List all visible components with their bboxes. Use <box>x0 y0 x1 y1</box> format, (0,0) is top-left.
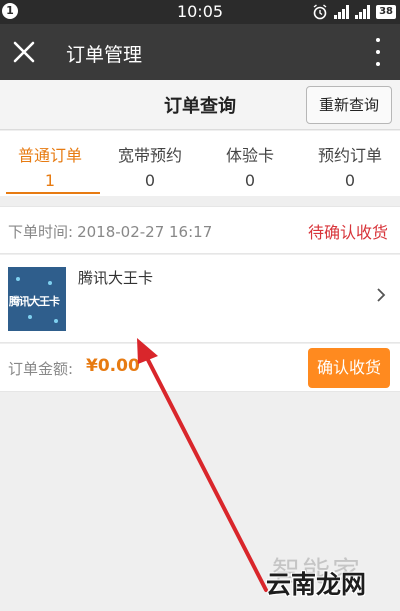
order-time-value: 2018-02-27 16:17 <box>77 223 213 241</box>
tab-broadband-reservation[interactable]: 宽带预约 0 <box>100 131 200 196</box>
order-tabs: 普通订单 1 宽带预约 0 体验卡 0 预约订单 0 <box>0 131 400 196</box>
status-icons: 38 <box>312 3 396 21</box>
order-footer: 订单金额: ¥0.00 确认收货 <box>0 344 400 392</box>
order-time: 下单时间: 2018-02-27 16:17 <box>8 221 212 242</box>
tab-count: 0 <box>144 171 156 190</box>
confirm-receipt-button[interactable]: 确认收货 <box>308 348 390 388</box>
tab-reserved-orders[interactable]: 预约订单 0 <box>300 131 400 196</box>
tab-label: 预约订单 <box>317 146 382 165</box>
order-amount: ¥0.00 <box>86 356 140 376</box>
signal-icon-2 <box>355 5 371 19</box>
signal-icon <box>334 5 350 19</box>
page-header: 订单查询 重新查询 <box>0 80 400 130</box>
tab-count: 0 <box>344 171 356 190</box>
tab-label: 宽带预约 <box>117 146 182 165</box>
order-item[interactable]: 腾讯大王卡 腾讯大王卡 <box>0 255 400 343</box>
battery-icon: 38 <box>376 5 396 19</box>
tab-normal-orders[interactable]: 普通订单 1 <box>0 131 100 196</box>
status-bar: 1 10:05 38 <box>0 0 400 24</box>
tab-label: 普通订单 <box>17 146 82 165</box>
more-vertical-icon[interactable] <box>374 38 382 66</box>
order-time-label: 下单时间: <box>8 223 74 241</box>
amount-label: 订单金额: <box>8 360 74 378</box>
tab-count: 0 <box>244 171 256 190</box>
tab-label: 体验卡 <box>225 146 274 165</box>
watermark-front: 云南龙网 <box>266 570 367 599</box>
order-meta: 下单时间: 2018-02-27 16:17 待确认收货 <box>0 206 400 254</box>
nav-bar: 订单管理 <box>0 24 400 80</box>
requery-button[interactable]: 重新查询 <box>306 86 392 124</box>
alarm-icon <box>313 4 327 20</box>
order-status: 待确认收货 <box>307 223 388 242</box>
thumbnail-brand-text: 腾讯大王卡 <box>9 295 60 308</box>
product-thumbnail: 腾讯大王卡 <box>8 267 66 331</box>
chevron-right-icon <box>377 288 386 302</box>
product-name: 腾讯大王卡 <box>78 269 154 287</box>
tab-count: 1 <box>44 171 56 190</box>
tab-trial-card[interactable]: 体验卡 0 <box>200 131 300 196</box>
nav-title: 订单管理 <box>66 44 143 66</box>
close-icon[interactable] <box>8 36 40 68</box>
